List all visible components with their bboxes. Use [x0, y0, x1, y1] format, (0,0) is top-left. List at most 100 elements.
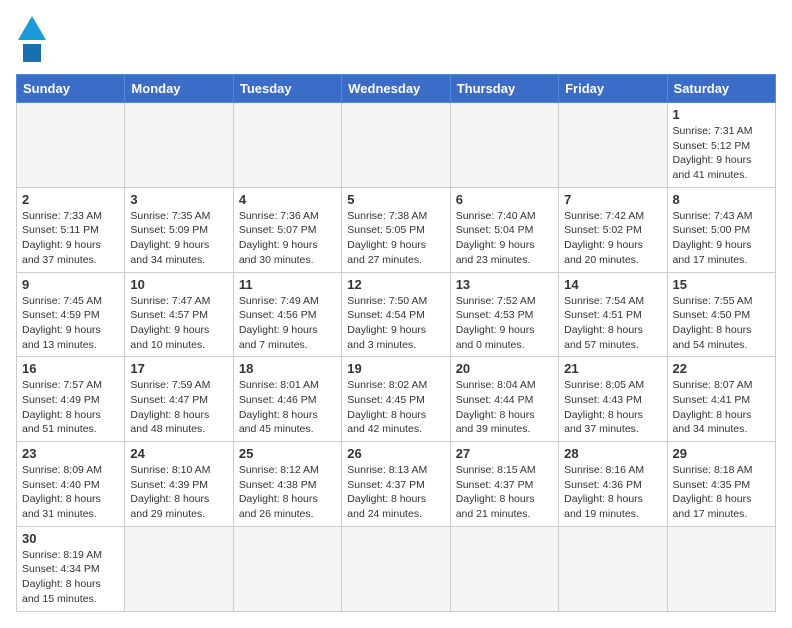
calendar-cell: 30 Sunrise: 8:19 AM Sunset: 4:34 PM Dayli… [17, 526, 125, 611]
calendar-cell: 27 Sunrise: 8:15 AM Sunset: 4:37 PM Dayli… [450, 442, 558, 527]
day-number: 11 [239, 277, 336, 292]
calendar-cell: 6 Sunrise: 7:40 AM Sunset: 5:04 PM Daylig… [450, 187, 558, 272]
day-info: Sunrise: 7:55 AM Sunset: 4:50 PM Dayligh… [673, 294, 770, 353]
day-number: 14 [564, 277, 661, 292]
calendar-cell [125, 526, 233, 611]
day-info: Sunrise: 7:54 AM Sunset: 4:51 PM Dayligh… [564, 294, 661, 353]
day-number: 13 [456, 277, 553, 292]
calendar-table: SundayMondayTuesdayWednesdayThursdayFrid… [16, 74, 776, 612]
day-number: 2 [22, 192, 119, 207]
calendar-cell: 26 Sunrise: 8:13 AM Sunset: 4:37 PM Dayli… [342, 442, 450, 527]
day-number: 10 [130, 277, 227, 292]
day-number: 21 [564, 361, 661, 376]
day-number: 22 [673, 361, 770, 376]
weekday-row: SundayMondayTuesdayWednesdayThursdayFrid… [17, 75, 776, 103]
calendar-week-5: 23Sunrise: 8:09 AM Sunset: 4:40 PM Dayli… [17, 442, 776, 527]
day-number: 5 [347, 192, 444, 207]
logo [16, 16, 56, 62]
day-info: Sunrise: 7:42 AM Sunset: 5:02 PM Dayligh… [564, 209, 661, 268]
calendar-cell [559, 103, 667, 188]
calendar-cell: 23Sunrise: 8:09 AM Sunset: 4:40 PM Dayli… [17, 442, 125, 527]
day-info: Sunrise: 7:59 AM Sunset: 4:47 PM Dayligh… [130, 378, 227, 437]
calendar-cell: 20 Sunrise: 8:04 AM Sunset: 4:44 PM Dayli… [450, 357, 558, 442]
calendar-cell [233, 526, 341, 611]
calendar-cell: 16 Sunrise: 7:57 AM Sunset: 4:49 PM Dayli… [17, 357, 125, 442]
calendar-cell: 8 Sunrise: 7:43 AM Sunset: 5:00 PM Daylig… [667, 187, 775, 272]
calendar-week-3: 9 Sunrise: 7:45 AM Sunset: 4:59 PM Daylig… [17, 272, 776, 357]
day-number: 29 [673, 446, 770, 461]
calendar-cell: 18 Sunrise: 8:01 AM Sunset: 4:46 PM Dayli… [233, 357, 341, 442]
calendar-cell: 10 Sunrise: 7:47 AM Sunset: 4:57 PM Dayli… [125, 272, 233, 357]
day-info: Sunrise: 7:38 AM Sunset: 5:05 PM Dayligh… [347, 209, 444, 268]
day-number: 8 [673, 192, 770, 207]
calendar-cell: 1 Sunrise: 7:31 AM Sunset: 5:12 PM Daylig… [667, 103, 775, 188]
calendar-cell: 9 Sunrise: 7:45 AM Sunset: 4:59 PM Daylig… [17, 272, 125, 357]
calendar-cell [667, 526, 775, 611]
logo-square-icon [23, 44, 41, 62]
calendar-cell: 5 Sunrise: 7:38 AM Sunset: 5:05 PM Daylig… [342, 187, 450, 272]
calendar-cell: 15 Sunrise: 7:55 AM Sunset: 4:50 PM Dayli… [667, 272, 775, 357]
calendar-cell: 4 Sunrise: 7:36 AM Sunset: 5:07 PM Daylig… [233, 187, 341, 272]
calendar-cell: 2 Sunrise: 7:33 AM Sunset: 5:11 PM Daylig… [17, 187, 125, 272]
day-number: 1 [673, 107, 770, 122]
page-header [16, 16, 776, 62]
calendar-cell [125, 103, 233, 188]
day-info: Sunrise: 8:02 AM Sunset: 4:45 PM Dayligh… [347, 378, 444, 437]
day-info: Sunrise: 7:45 AM Sunset: 4:59 PM Dayligh… [22, 294, 119, 353]
day-info: Sunrise: 7:50 AM Sunset: 4:54 PM Dayligh… [347, 294, 444, 353]
calendar-cell: 22Sunrise: 8:07 AM Sunset: 4:41 PM Dayli… [667, 357, 775, 442]
calendar-cell: 25Sunrise: 8:12 AM Sunset: 4:38 PM Dayli… [233, 442, 341, 527]
day-number: 30 [22, 531, 119, 546]
calendar-week-6: 30 Sunrise: 8:19 AM Sunset: 4:34 PM Dayli… [17, 526, 776, 611]
day-info: Sunrise: 7:49 AM Sunset: 4:56 PM Dayligh… [239, 294, 336, 353]
day-info: Sunrise: 7:31 AM Sunset: 5:12 PM Dayligh… [673, 124, 770, 183]
calendar-week-1: 1 Sunrise: 7:31 AM Sunset: 5:12 PM Daylig… [17, 103, 776, 188]
day-info: Sunrise: 8:18 AM Sunset: 4:35 PM Dayligh… [673, 463, 770, 522]
day-number: 18 [239, 361, 336, 376]
day-info: Sunrise: 8:01 AM Sunset: 4:46 PM Dayligh… [239, 378, 336, 437]
day-info: Sunrise: 7:35 AM Sunset: 5:09 PM Dayligh… [130, 209, 227, 268]
day-number: 6 [456, 192, 553, 207]
day-info: Sunrise: 8:13 AM Sunset: 4:37 PM Dayligh… [347, 463, 444, 522]
day-info: Sunrise: 7:57 AM Sunset: 4:49 PM Dayligh… [22, 378, 119, 437]
calendar-header: SundayMondayTuesdayWednesdayThursdayFrid… [17, 75, 776, 103]
calendar-body: 1 Sunrise: 7:31 AM Sunset: 5:12 PM Daylig… [17, 103, 776, 612]
day-number: 15 [673, 277, 770, 292]
day-info: Sunrise: 7:40 AM Sunset: 5:04 PM Dayligh… [456, 209, 553, 268]
day-number: 23 [22, 446, 119, 461]
calendar-cell: 11 Sunrise: 7:49 AM Sunset: 4:56 PM Dayli… [233, 272, 341, 357]
day-number: 19 [347, 361, 444, 376]
weekday-header-saturday: Saturday [667, 75, 775, 103]
logo-triangle-icon [18, 16, 46, 40]
day-number: 12 [347, 277, 444, 292]
calendar-week-2: 2 Sunrise: 7:33 AM Sunset: 5:11 PM Daylig… [17, 187, 776, 272]
day-number: 9 [22, 277, 119, 292]
day-info: Sunrise: 7:52 AM Sunset: 4:53 PM Dayligh… [456, 294, 553, 353]
weekday-header-wednesday: Wednesday [342, 75, 450, 103]
day-number: 27 [456, 446, 553, 461]
calendar-week-4: 16 Sunrise: 7:57 AM Sunset: 4:49 PM Dayli… [17, 357, 776, 442]
day-number: 7 [564, 192, 661, 207]
day-info: Sunrise: 8:16 AM Sunset: 4:36 PM Dayligh… [564, 463, 661, 522]
day-info: Sunrise: 8:15 AM Sunset: 4:37 PM Dayligh… [456, 463, 553, 522]
day-number: 17 [130, 361, 227, 376]
day-number: 4 [239, 192, 336, 207]
day-info: Sunrise: 7:43 AM Sunset: 5:00 PM Dayligh… [673, 209, 770, 268]
calendar-cell [17, 103, 125, 188]
day-info: Sunrise: 8:04 AM Sunset: 4:44 PM Dayligh… [456, 378, 553, 437]
day-number: 16 [22, 361, 119, 376]
day-info: Sunrise: 7:36 AM Sunset: 5:07 PM Dayligh… [239, 209, 336, 268]
calendar-cell: 24Sunrise: 8:10 AM Sunset: 4:39 PM Dayli… [125, 442, 233, 527]
calendar-cell [450, 526, 558, 611]
day-info: Sunrise: 7:47 AM Sunset: 4:57 PM Dayligh… [130, 294, 227, 353]
day-number: 20 [456, 361, 553, 376]
calendar-cell: 21Sunrise: 8:05 AM Sunset: 4:43 PM Dayli… [559, 357, 667, 442]
day-number: 26 [347, 446, 444, 461]
day-info: Sunrise: 8:19 AM Sunset: 4:34 PM Dayligh… [22, 548, 119, 607]
calendar-cell [342, 526, 450, 611]
weekday-header-thursday: Thursday [450, 75, 558, 103]
calendar-cell: 12 Sunrise: 7:50 AM Sunset: 4:54 PM Dayli… [342, 272, 450, 357]
calendar-cell: 28Sunrise: 8:16 AM Sunset: 4:36 PM Dayli… [559, 442, 667, 527]
day-info: Sunrise: 7:33 AM Sunset: 5:11 PM Dayligh… [22, 209, 119, 268]
weekday-header-sunday: Sunday [17, 75, 125, 103]
